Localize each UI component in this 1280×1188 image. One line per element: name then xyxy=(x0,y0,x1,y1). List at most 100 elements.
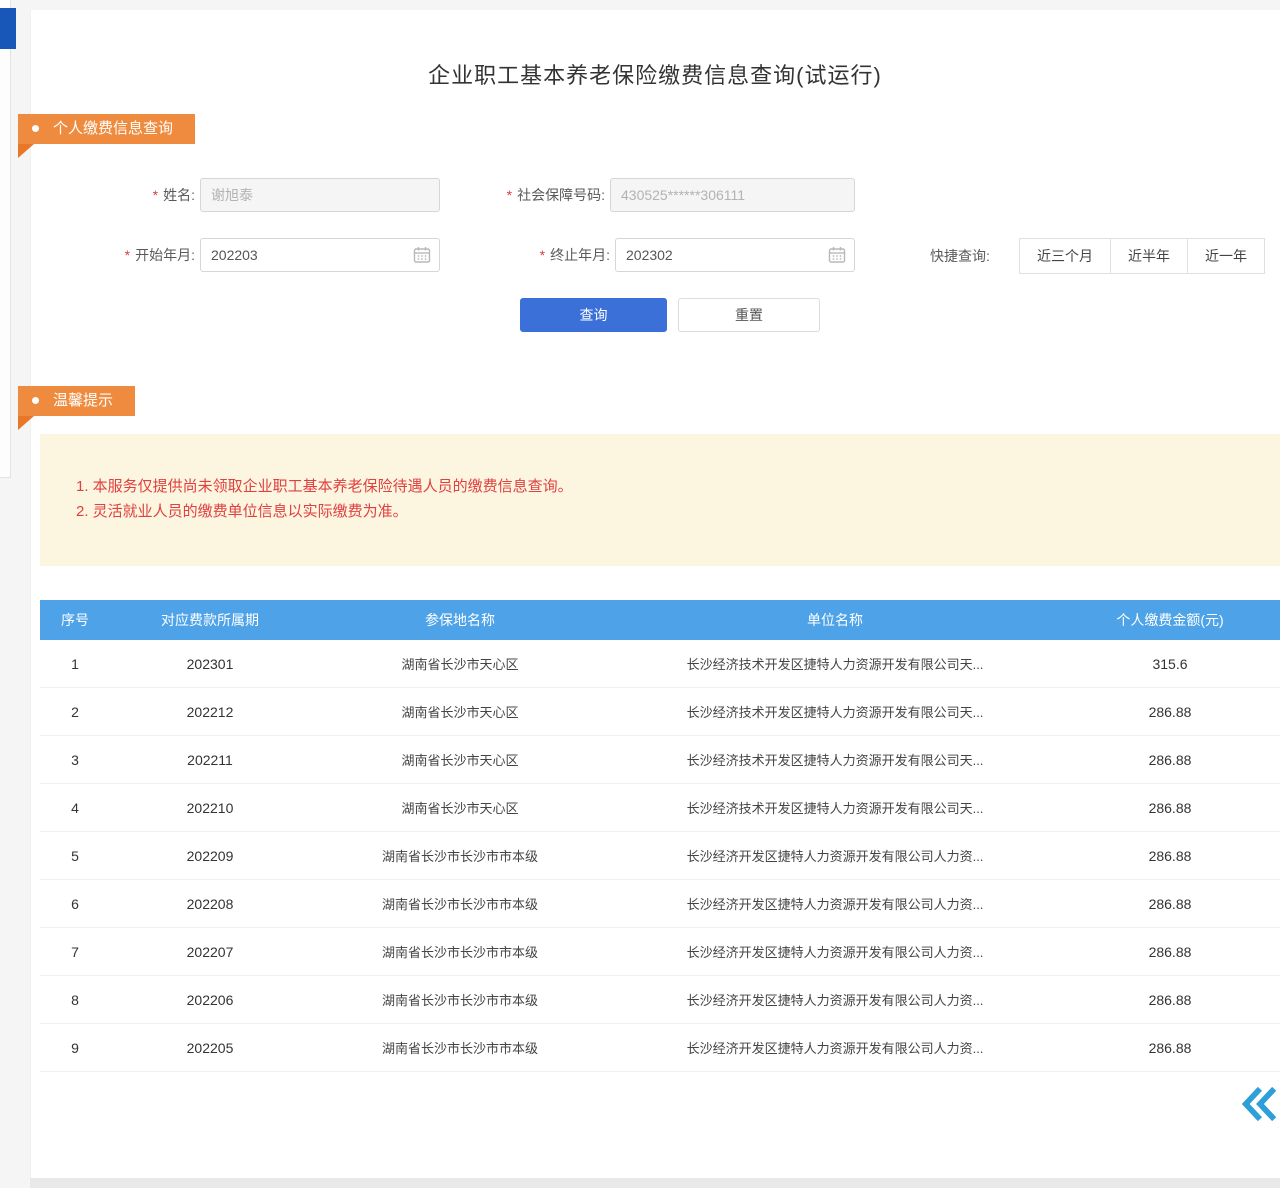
cell-period: 202210 xyxy=(110,800,310,816)
table-row: 2 202212 湖南省长沙市天心区 长沙经济技术开发区捷特人力资源开发有限公司… xyxy=(40,688,1280,736)
cell-area: 湖南省长沙市天心区 xyxy=(310,702,610,721)
cell-seq: 3 xyxy=(40,752,110,768)
cell-seq: 8 xyxy=(40,992,110,1008)
cell-amount: 286.88 xyxy=(1060,944,1280,960)
table-row: 9 202205 湖南省长沙市长沙市市本级 长沙经济开发区捷特人力资源开发有限公… xyxy=(40,1024,1280,1072)
cell-seq: 6 xyxy=(40,896,110,912)
required-asterisk: * xyxy=(125,247,130,263)
table-row: 5 202209 湖南省长沙市长沙市市本级 长沙经济开发区捷特人力资源开发有限公… xyxy=(40,832,1280,880)
end-month-label: *终止年月: xyxy=(503,238,610,272)
cell-amount: 286.88 xyxy=(1060,896,1280,912)
cell-amount: 286.88 xyxy=(1060,992,1280,1008)
cell-company: 长沙经济开发区捷特人力资源开发有限公司人力资... xyxy=(610,846,1060,865)
cell-amount: 286.88 xyxy=(1060,800,1280,816)
table-row: 8 202206 湖南省长沙市长沙市市本级 长沙经济开发区捷特人力资源开发有限公… xyxy=(40,976,1280,1024)
ribbon-fold xyxy=(18,144,34,158)
cell-area: 湖南省长沙市长沙市市本级 xyxy=(310,942,610,961)
page-title: 企业职工基本养老保险缴费信息查询(试运行) xyxy=(30,58,1280,90)
cell-amount: 286.88 xyxy=(1060,848,1280,864)
cell-area: 湖南省长沙市长沙市市本级 xyxy=(310,1038,610,1057)
cell-seq: 5 xyxy=(40,848,110,864)
calendar-icon[interactable] xyxy=(413,246,431,264)
cell-company: 长沙经济开发区捷特人力资源开发有限公司人力资... xyxy=(610,1038,1060,1057)
table-row: 3 202211 湖南省长沙市天心区 长沙经济技术开发区捷特人力资源开发有限公司… xyxy=(40,736,1280,784)
cell-company: 长沙经济开发区捷特人力资源开发有限公司人力资... xyxy=(610,990,1060,1009)
reset-button[interactable]: 重置 xyxy=(678,298,820,332)
start-month-label: *开始年月: xyxy=(88,238,195,272)
ssn-field[interactable] xyxy=(610,178,855,212)
cell-period: 202205 xyxy=(110,1040,310,1056)
ssn-label: *社会保障号码: xyxy=(460,178,605,212)
cell-area: 湖南省长沙市长沙市市本级 xyxy=(310,894,610,913)
cell-amount: 286.88 xyxy=(1060,1040,1280,1056)
required-asterisk: * xyxy=(507,187,512,203)
quick-btn-3months[interactable]: 近三个月 xyxy=(1019,238,1111,274)
notice-box: 1. 本服务仅提供尚未领取企业职工基本养老保险待遇人员的缴费信息查询。 2. 灵… xyxy=(40,434,1280,566)
col-header-area: 参保地名称 xyxy=(310,610,610,630)
section-header-query-label: 个人缴费信息查询 xyxy=(53,120,173,137)
cell-area: 湖南省长沙市长沙市市本级 xyxy=(310,846,610,865)
required-asterisk: * xyxy=(153,187,158,203)
cell-area: 湖南省长沙市天心区 xyxy=(310,750,610,769)
cell-amount: 286.88 xyxy=(1060,704,1280,720)
end-month-field[interactable] xyxy=(615,238,855,272)
cell-amount: 315.6 xyxy=(1060,656,1280,672)
double-chevron-left-icon[interactable] xyxy=(1240,1083,1278,1125)
calendar-icon[interactable] xyxy=(828,246,846,264)
cell-company: 长沙经济开发区捷特人力资源开发有限公司人力资... xyxy=(610,942,1060,961)
cell-seq: 7 xyxy=(40,944,110,960)
bullet-dot-icon xyxy=(32,125,39,132)
cell-seq: 4 xyxy=(40,800,110,816)
cell-amount: 286.88 xyxy=(1060,752,1280,768)
required-asterisk: * xyxy=(540,247,545,263)
cell-period: 202208 xyxy=(110,896,310,912)
col-header-amount: 个人缴费金额(元) xyxy=(1060,610,1280,630)
cell-period: 202209 xyxy=(110,848,310,864)
cell-period: 202211 xyxy=(110,752,310,768)
query-button[interactable]: 查询 xyxy=(520,298,667,332)
quick-query-label: 快捷查询: xyxy=(930,238,990,274)
bullet-dot-icon xyxy=(32,397,39,404)
col-header-seq: 序号 xyxy=(40,610,110,630)
results-table: 序号 对应费款所属期 参保地名称 单位名称 个人缴费金额(元) 1 202301… xyxy=(40,600,1280,1072)
col-header-period: 对应费款所属期 xyxy=(110,610,310,630)
bottom-strip xyxy=(30,1178,1280,1188)
cell-company: 长沙经济技术开发区捷特人力资源开发有限公司天... xyxy=(610,798,1060,817)
cell-company: 长沙经济开发区捷特人力资源开发有限公司人力资... xyxy=(610,894,1060,913)
start-month-field[interactable] xyxy=(200,238,440,272)
table-row: 7 202207 湖南省长沙市长沙市市本级 长沙经济开发区捷特人力资源开发有限公… xyxy=(40,928,1280,976)
quick-btn-1year[interactable]: 近一年 xyxy=(1187,238,1265,274)
page: 企业职工基本养老保险缴费信息查询(试运行) 个人缴费信息查询 *姓名: *社会保… xyxy=(0,0,1280,1188)
cell-period: 202212 xyxy=(110,704,310,720)
cell-period: 202206 xyxy=(110,992,310,1008)
notice-line-2: 2. 灵活就业人员的缴费单位信息以实际缴费为准。 xyxy=(76,499,1280,524)
cell-area: 湖南省长沙市长沙市市本级 xyxy=(310,990,610,1009)
left-gutter xyxy=(0,0,11,478)
table-row: 4 202210 湖南省长沙市天心区 长沙经济技术开发区捷特人力资源开发有限公司… xyxy=(40,784,1280,832)
cell-seq: 2 xyxy=(40,704,110,720)
start-month-picker xyxy=(200,238,440,272)
table-header-row: 序号 对应费款所属期 参保地名称 单位名称 个人缴费金额(元) xyxy=(40,600,1280,640)
sidebar-tab[interactable] xyxy=(0,8,16,49)
table-row: 1 202301 湖南省长沙市天心区 长沙经济技术开发区捷特人力资源开发有限公司… xyxy=(40,640,1280,688)
name-label: *姓名: xyxy=(100,178,195,212)
cell-area: 湖南省长沙市天心区 xyxy=(310,798,610,817)
cell-period: 202301 xyxy=(110,656,310,672)
notice-line-1: 1. 本服务仅提供尚未领取企业职工基本养老保险待遇人员的缴费信息查询。 xyxy=(76,474,1280,499)
cell-area: 湖南省长沙市天心区 xyxy=(310,654,610,673)
section-header-query: 个人缴费信息查询 xyxy=(18,114,195,144)
quick-query-group: 近三个月 近半年 近一年 xyxy=(1020,238,1265,274)
end-month-picker xyxy=(615,238,855,272)
cell-period: 202207 xyxy=(110,944,310,960)
table-row: 6 202208 湖南省长沙市长沙市市本级 长沙经济开发区捷特人力资源开发有限公… xyxy=(40,880,1280,928)
quick-btn-halfyear[interactable]: 近半年 xyxy=(1110,238,1188,274)
section-header-tips-label: 温馨提示 xyxy=(53,392,113,409)
cell-company: 长沙经济技术开发区捷特人力资源开发有限公司天... xyxy=(610,654,1060,673)
ribbon-fold xyxy=(18,416,34,430)
col-header-company: 单位名称 xyxy=(610,610,1060,630)
cell-seq: 1 xyxy=(40,656,110,672)
name-field[interactable] xyxy=(200,178,440,212)
section-header-tips: 温馨提示 xyxy=(18,386,135,416)
cell-company: 长沙经济技术开发区捷特人力资源开发有限公司天... xyxy=(610,750,1060,769)
cell-seq: 9 xyxy=(40,1040,110,1056)
